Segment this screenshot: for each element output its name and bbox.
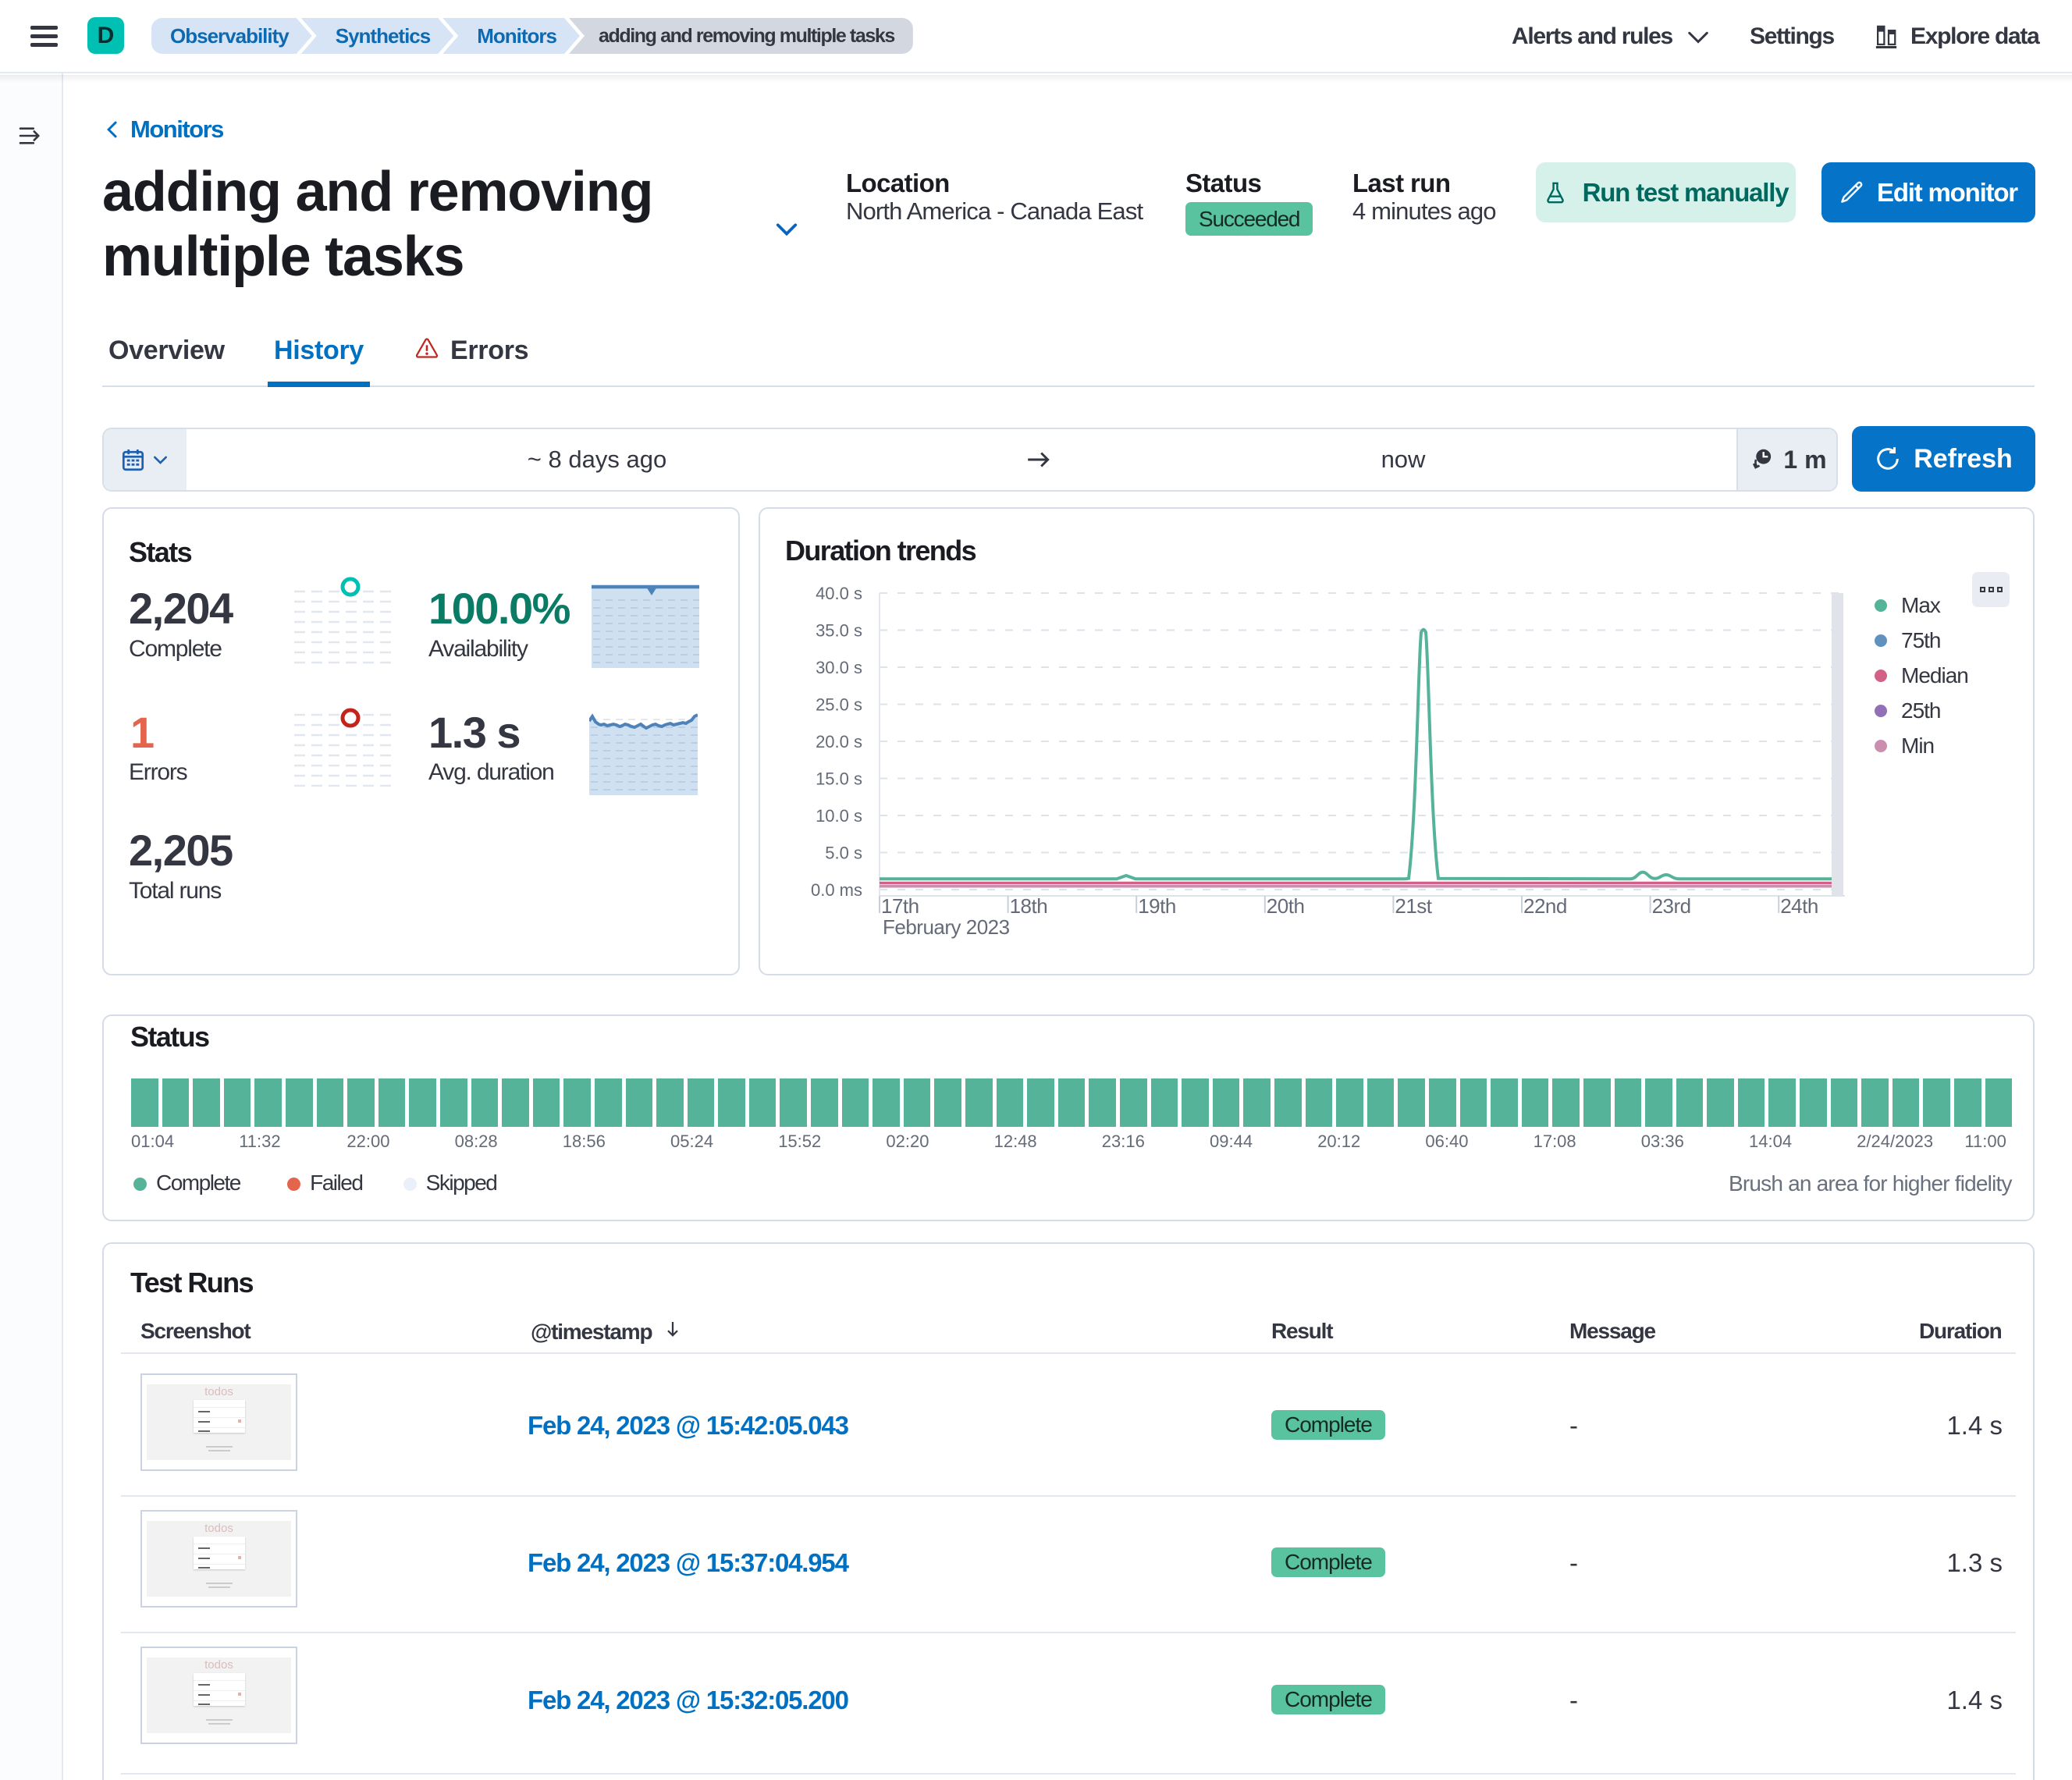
- svg-text:30.0 s: 30.0 s: [816, 658, 862, 677]
- svg-text:10.0 s: 10.0 s: [816, 806, 862, 826]
- svg-text:15.0 s: 15.0 s: [816, 769, 862, 789]
- svg-text:22nd: 22nd: [1523, 894, 1567, 918]
- svg-text:40.0 s: 40.0 s: [816, 584, 862, 603]
- svg-text:18th: 18th: [1010, 894, 1048, 918]
- svg-text:25.0 s: 25.0 s: [816, 695, 862, 715]
- svg-text:24th: 24th: [1780, 894, 1818, 918]
- svg-text:February 2023: February 2023: [883, 915, 1010, 939]
- svg-text:19th: 19th: [1138, 894, 1176, 918]
- svg-text:20th: 20th: [1267, 894, 1305, 918]
- svg-text:21st: 21st: [1395, 894, 1432, 918]
- svg-text:20.0 s: 20.0 s: [816, 732, 862, 751]
- svg-text:17th: 17th: [881, 894, 919, 918]
- svg-text:23rd: 23rd: [1652, 894, 1691, 918]
- svg-text:35.0 s: 35.0 s: [816, 621, 862, 641]
- svg-text:0.0 ms: 0.0 ms: [811, 880, 862, 900]
- svg-text:5.0 s: 5.0 s: [825, 844, 862, 863]
